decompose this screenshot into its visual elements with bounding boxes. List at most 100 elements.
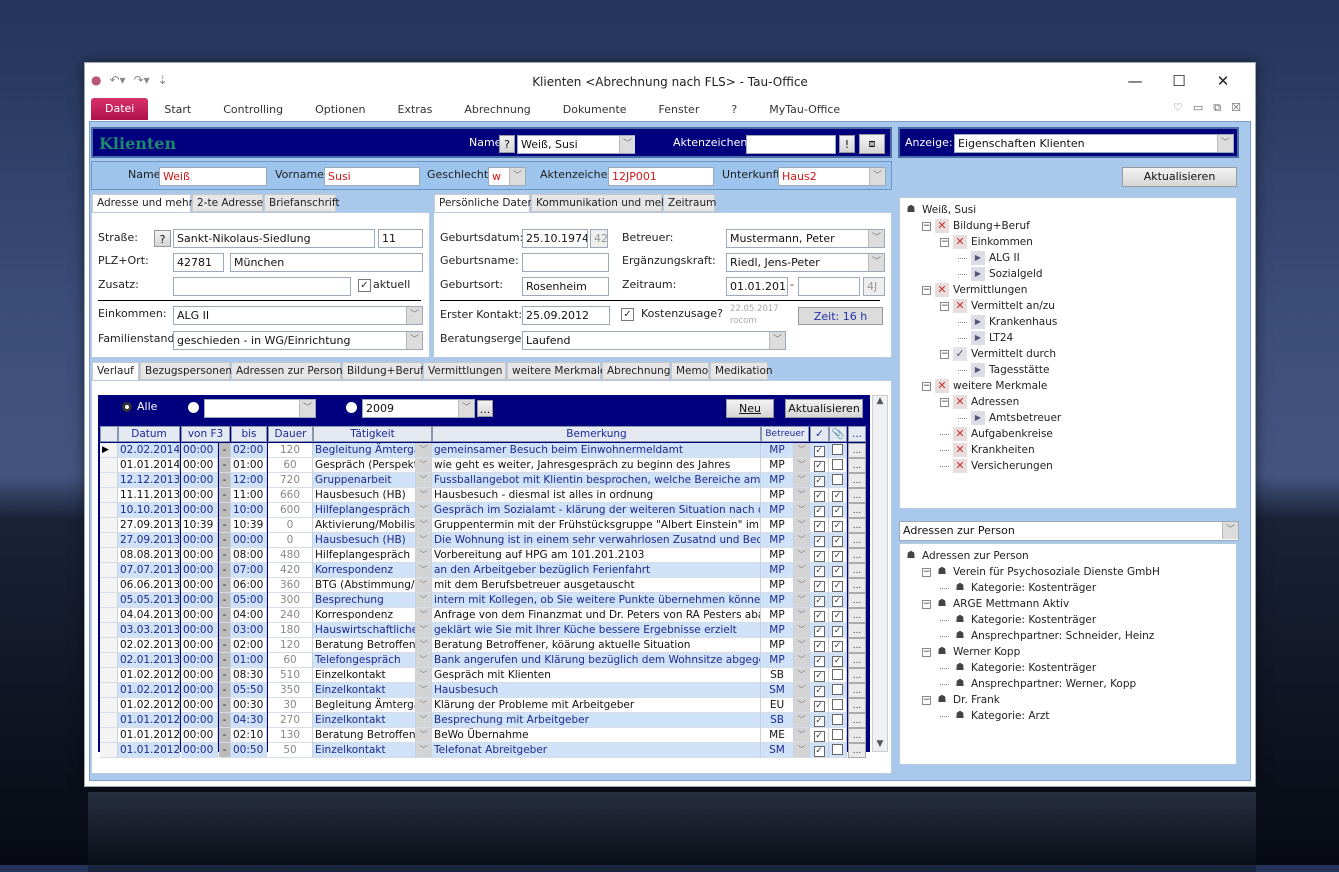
tree-node[interactable]: ☗ Ansprechpartner: Schneider, Heinz xyxy=(940,629,1154,643)
bis-cell[interactable]: 04:30 xyxy=(231,713,267,728)
row-selector[interactable] xyxy=(100,473,118,488)
tree-node[interactable]: ▶ ALG II xyxy=(958,251,1020,265)
taetigkeit-cell[interactable]: Begleitung Ämtergan xyxy=(313,698,416,713)
menu-datei[interactable]: Datei xyxy=(91,98,149,120)
attachment-checkbox[interactable]: ✓ xyxy=(829,623,847,638)
checkbox-box[interactable]: ✓ xyxy=(832,656,843,667)
collapse-icon[interactable]: − xyxy=(940,237,949,247)
von-cell[interactable]: 00:00 xyxy=(181,473,218,488)
chevron-down-icon[interactable]: ﹀ xyxy=(869,168,885,185)
name-help-button[interactable]: ? xyxy=(499,135,515,153)
checkbox-box[interactable]: ✓ xyxy=(813,521,825,532)
attachment-checkbox[interactable] xyxy=(829,743,847,758)
chevron-down-icon[interactable]: ﹀ xyxy=(794,473,810,488)
datum-cell[interactable]: 01.02.2012 xyxy=(118,698,180,713)
chevron-down-icon[interactable]: ﹀ xyxy=(794,503,810,518)
tree-node[interactable]: ✕ Versicherungen xyxy=(940,459,1053,473)
collapse-icon[interactable]: − xyxy=(922,381,931,391)
chevron-down-icon[interactable]: ﹀ xyxy=(794,623,810,638)
address-help-button[interactable]: ? xyxy=(154,230,171,247)
year-radio[interactable] xyxy=(346,402,357,413)
chevron-down-icon[interactable]: ﹀ xyxy=(416,458,432,473)
tab-memo[interactable]: Memo xyxy=(671,362,709,380)
bemerkung-cell[interactable]: Hausbesuch - diesmal ist alles in ordnun… xyxy=(432,488,761,503)
chevron-down-icon[interactable]: ﹀ xyxy=(1222,522,1238,539)
chevron-down-icon[interactable]: ﹀ xyxy=(794,458,810,473)
von-cell[interactable]: 00:00 xyxy=(181,623,218,638)
datum-cell[interactable]: 02.01.2013 xyxy=(118,653,180,668)
betreuer-cell[interactable]: MP xyxy=(761,473,794,488)
zeitraum-bis-input[interactable] xyxy=(798,277,860,296)
tree-node[interactable]: − ☗ ARGE Mettmann Aktiv xyxy=(922,597,1069,611)
datum-cell[interactable]: 05.05.2013 xyxy=(118,593,180,608)
row-selector[interactable] xyxy=(100,638,118,653)
mdi-restore-icon[interactable]: ⧉ xyxy=(1213,101,1221,115)
scroll-up-icon[interactable]: ▲ xyxy=(873,396,887,406)
row-selector[interactable] xyxy=(100,533,118,548)
row-details-button[interactable]: ... xyxy=(848,623,866,638)
von-cell[interactable]: 00:00 xyxy=(181,578,218,593)
chevron-down-icon[interactable]: ﹀ xyxy=(416,443,432,458)
checkbox-box[interactable]: ✓ xyxy=(832,551,843,562)
dauer-cell[interactable]: 270 xyxy=(268,713,313,728)
collapse-icon[interactable]: − xyxy=(922,285,931,295)
datum-cell[interactable]: 01.01.2014 xyxy=(118,458,180,473)
tab-persönliche-daten[interactable]: Persönliche Daten xyxy=(434,194,534,212)
tree-node[interactable]: − ☗ Verein für Psychosoziale Dienste GmbH xyxy=(922,565,1160,579)
chevron-down-icon[interactable]: ﹀ xyxy=(794,608,810,623)
row-selector[interactable] xyxy=(100,608,118,623)
checkbox-box[interactable]: ✓ xyxy=(813,536,825,547)
von-cell[interactable]: 00:00 xyxy=(181,728,218,743)
column-header[interactable]: von F3 xyxy=(181,426,230,442)
row-details-button[interactable]: ... xyxy=(848,593,866,608)
betreuer-cell[interactable]: ME xyxy=(761,728,794,743)
von-cell[interactable]: 00:00 xyxy=(181,683,218,698)
hierarchy-icon[interactable]: ⧈ xyxy=(859,134,885,154)
von-cell[interactable]: 00:00 xyxy=(181,443,218,458)
checkbox-box[interactable] xyxy=(832,444,843,455)
dauer-cell[interactable]: 420 xyxy=(268,563,313,578)
tree-node[interactable]: ☗ Adressen zur Person xyxy=(904,549,1029,563)
taetigkeit-cell[interactable]: Besprechung xyxy=(313,593,416,608)
chevron-down-icon[interactable]: ﹀ xyxy=(509,168,525,185)
row-selector[interactable] xyxy=(100,488,118,503)
bemerkung-cell[interactable]: Besprechung mit Arbeitgeber xyxy=(432,713,761,728)
bemerkung-cell[interactable]: Klärung der Probleme mit Arbeitgeber xyxy=(432,698,761,713)
row-selector[interactable] xyxy=(100,668,118,683)
taetigkeit-cell[interactable]: Hausbesuch (HB) xyxy=(313,488,416,503)
done-checkbox[interactable]: ✓ xyxy=(810,563,829,578)
aktualisieren-grid-button[interactable]: Aktualisieren xyxy=(785,399,863,418)
checkbox-box[interactable] xyxy=(832,714,843,725)
row-details-button[interactable]: ... xyxy=(848,728,866,743)
taetigkeit-cell[interactable]: Einzelkontakt xyxy=(313,713,416,728)
tree-node[interactable]: ☗ Kategorie: Kostenträger xyxy=(940,661,1096,675)
bis-cell[interactable]: 05:50 xyxy=(231,683,267,698)
checkbox-box[interactable] xyxy=(832,729,843,740)
row-details-button[interactable]: ... xyxy=(848,473,866,488)
taetigkeit-cell[interactable]: Hilfeplangespräch xyxy=(313,548,416,563)
done-checkbox[interactable]: ✓ xyxy=(810,653,829,668)
datum-cell[interactable]: 01.01.2012 xyxy=(118,743,180,758)
tree-node[interactable]: − ✕ Vermittlungen xyxy=(922,283,1027,297)
bis-cell[interactable]: 01:00 xyxy=(231,653,267,668)
row-details-button[interactable]: ... xyxy=(848,503,866,518)
done-checkbox[interactable]: ✓ xyxy=(810,608,829,623)
betreuer-cell[interactable]: MP xyxy=(761,488,794,503)
bemerkung-cell[interactable]: Gespräch im Sozialamt - klärung der weit… xyxy=(432,503,761,518)
dauer-cell[interactable]: 60 xyxy=(268,458,313,473)
strasse-input[interactable]: Sankt-Nikolaus-Siedlung xyxy=(173,229,375,248)
von-cell[interactable]: 00:00 xyxy=(181,458,218,473)
von-cell[interactable]: 00:00 xyxy=(181,668,218,683)
datum-cell[interactable]: 27.09.2013 xyxy=(118,518,180,533)
row-selector[interactable] xyxy=(100,623,118,638)
checkbox-box[interactable]: ✓ xyxy=(813,566,825,577)
von-cell[interactable]: 00:00 xyxy=(181,563,218,578)
von-cell[interactable]: 00:00 xyxy=(181,608,218,623)
dauer-cell[interactable]: 600 xyxy=(268,503,313,518)
taetigkeit-cell[interactable]: Korrespondenz xyxy=(313,563,416,578)
chevron-down-icon[interactable]: ﹀ xyxy=(416,548,432,563)
tree-node[interactable]: ☗ Kategorie: Kostenträger xyxy=(940,581,1096,595)
done-checkbox[interactable]: ✓ xyxy=(810,488,829,503)
menu-extras[interactable]: Extras xyxy=(382,103,449,116)
von-cell[interactable]: 00:00 xyxy=(181,503,218,518)
